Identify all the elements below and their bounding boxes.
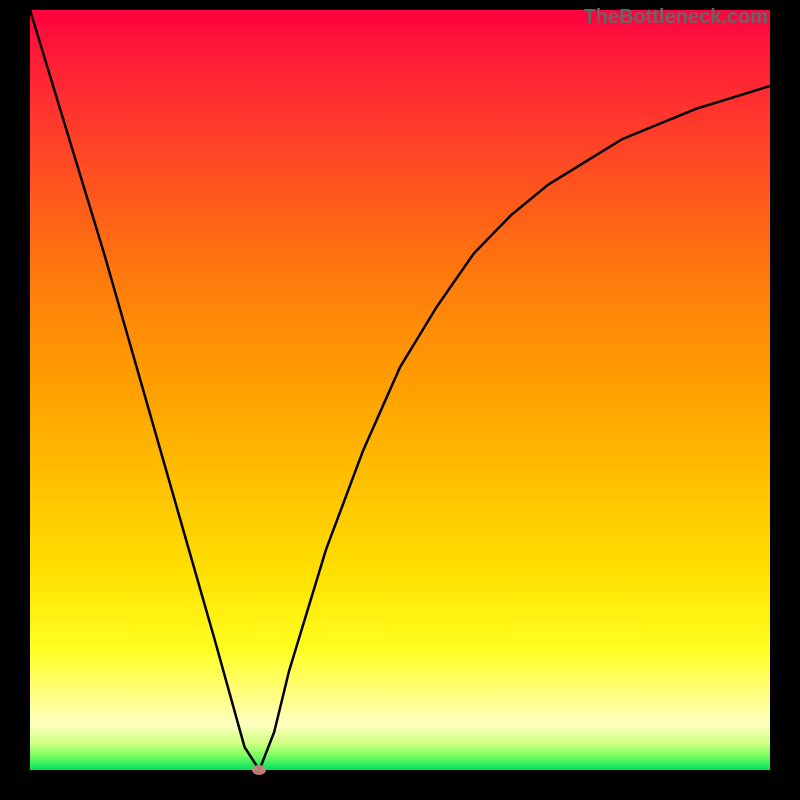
optimum-marker xyxy=(252,765,266,775)
attribution-text: TheBottleneck.com xyxy=(584,6,768,29)
chart-container: TheBottleneck.com xyxy=(0,0,800,800)
plot-area xyxy=(30,10,770,770)
